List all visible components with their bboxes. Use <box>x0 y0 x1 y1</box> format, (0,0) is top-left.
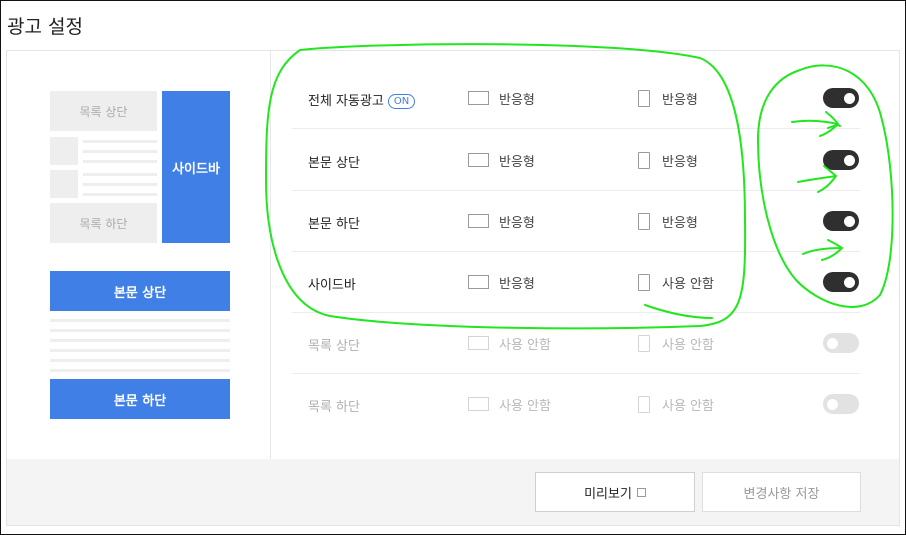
pc-setting[interactable]: 반응형 <box>468 68 535 129</box>
pc-value: 반응형 <box>499 216 535 231</box>
monitor-icon <box>468 336 489 351</box>
preview-line <box>50 349 230 352</box>
mobile-setting[interactable]: 반응형 <box>638 191 698 252</box>
pc-setting[interactable]: 반응형 <box>468 252 535 313</box>
preview-sidebar: 사이드바 <box>162 91 230 243</box>
setting-row-sidebar: 사이드바 반응형 사용 안함 <box>292 252 860 313</box>
row-divider <box>292 128 860 129</box>
mobile-setting[interactable]: 사용 안함 <box>638 252 714 313</box>
preview-line <box>83 193 157 196</box>
mobile-value: 반응형 <box>662 155 698 170</box>
toggle-knob <box>844 155 855 166</box>
row-label: 목록 상단 <box>308 339 360 354</box>
row-label: 본문 하단 <box>308 217 360 232</box>
mobile-icon <box>638 274 650 291</box>
mobile-setting[interactable]: 반응형 <box>638 130 698 191</box>
setting-row-list-bottom: 목록 하단 사용 안함 사용 안함 <box>292 374 860 435</box>
pc-setting[interactable]: 사용 안함 <box>468 313 551 374</box>
row-label: 본문 상단 <box>308 156 360 171</box>
mobile-value: 사용 안함 <box>662 338 714 353</box>
monitor-icon <box>468 397 489 412</box>
monitor-icon <box>468 153 489 168</box>
toggle-knob <box>827 338 838 349</box>
row-label: 사이드바 <box>308 278 356 293</box>
mobile-setting[interactable]: 반응형 <box>638 68 698 129</box>
mobile-icon <box>638 396 650 413</box>
on-badge: ON <box>387 94 416 109</box>
preview-button-label: 미리보기 <box>584 486 632 502</box>
preview-line <box>50 319 230 322</box>
setting-row-auto-ads: 전체 자동광고 ON 반응형 반응형 <box>292 68 860 129</box>
preview-list-bottom: 목록 하단 <box>50 203 157 243</box>
preview-body-top: 본문 상단 <box>50 271 230 311</box>
toggle-knob <box>844 216 855 227</box>
pc-setting[interactable]: 사용 안함 <box>468 374 551 435</box>
toggle-switch[interactable] <box>823 150 859 170</box>
toggle-switch[interactable] <box>823 394 859 414</box>
preview-thumb <box>50 170 78 198</box>
pc-value: 반응형 <box>499 277 535 292</box>
monitor-icon <box>468 91 489 106</box>
mobile-value: 반응형 <box>662 93 698 108</box>
toggle-switch[interactable] <box>823 211 859 231</box>
monitor-icon <box>468 214 489 229</box>
pc-setting[interactable]: 반응형 <box>468 130 535 191</box>
setting-row-body-top: 본문 상단 반응형 반응형 <box>292 130 860 191</box>
toggle-knob <box>827 399 838 410</box>
pc-value: 사용 안함 <box>499 399 551 414</box>
row-label: 목록 하단 <box>308 400 360 415</box>
external-link-icon <box>636 487 646 497</box>
mobile-value: 사용 안함 <box>662 277 714 292</box>
mobile-icon <box>638 335 650 352</box>
preview-body-bottom: 본문 하단 <box>50 379 230 419</box>
column-divider <box>270 51 271 459</box>
preview-thumb <box>50 137 78 165</box>
mobile-value: 반응형 <box>662 216 698 231</box>
toggle-switch[interactable] <box>823 333 859 353</box>
mobile-value: 사용 안함 <box>662 399 714 414</box>
pc-value: 반응형 <box>499 155 535 170</box>
pc-value: 사용 안함 <box>499 338 551 353</box>
preview-list-top: 목록 상단 <box>50 91 157 131</box>
toggle-knob <box>844 93 855 104</box>
preview-line <box>50 359 230 362</box>
preview-line <box>83 160 157 163</box>
setting-row-body-bottom: 본문 하단 반응형 반응형 <box>292 191 860 252</box>
preview-line <box>83 183 157 186</box>
pc-setting[interactable]: 반응형 <box>468 191 535 252</box>
preview-line <box>50 369 230 372</box>
mobile-icon <box>638 152 650 169</box>
mobile-setting[interactable]: 사용 안함 <box>638 374 714 435</box>
preview-line <box>83 173 157 176</box>
mobile-icon <box>638 90 650 107</box>
preview-button[interactable]: 미리보기 <box>535 472 695 512</box>
page-title: 광고 설정 <box>7 16 83 38</box>
preview-line <box>83 140 157 143</box>
preview-line <box>50 329 230 332</box>
row-label: 전체 자동광고 <box>308 94 384 109</box>
save-changes-button[interactable]: 변경사항 저장 <box>702 472 861 512</box>
toggle-switch[interactable] <box>823 272 859 292</box>
mobile-icon <box>638 213 650 230</box>
preview-line <box>83 150 157 153</box>
preview-line <box>50 339 230 342</box>
mobile-setting[interactable]: 사용 안함 <box>638 313 714 374</box>
monitor-icon <box>468 275 489 290</box>
toggle-knob <box>844 277 855 288</box>
pc-value: 반응형 <box>499 93 535 108</box>
toggle-switch[interactable] <box>823 88 859 108</box>
setting-row-list-top: 목록 상단 사용 안함 사용 안함 <box>292 313 860 374</box>
